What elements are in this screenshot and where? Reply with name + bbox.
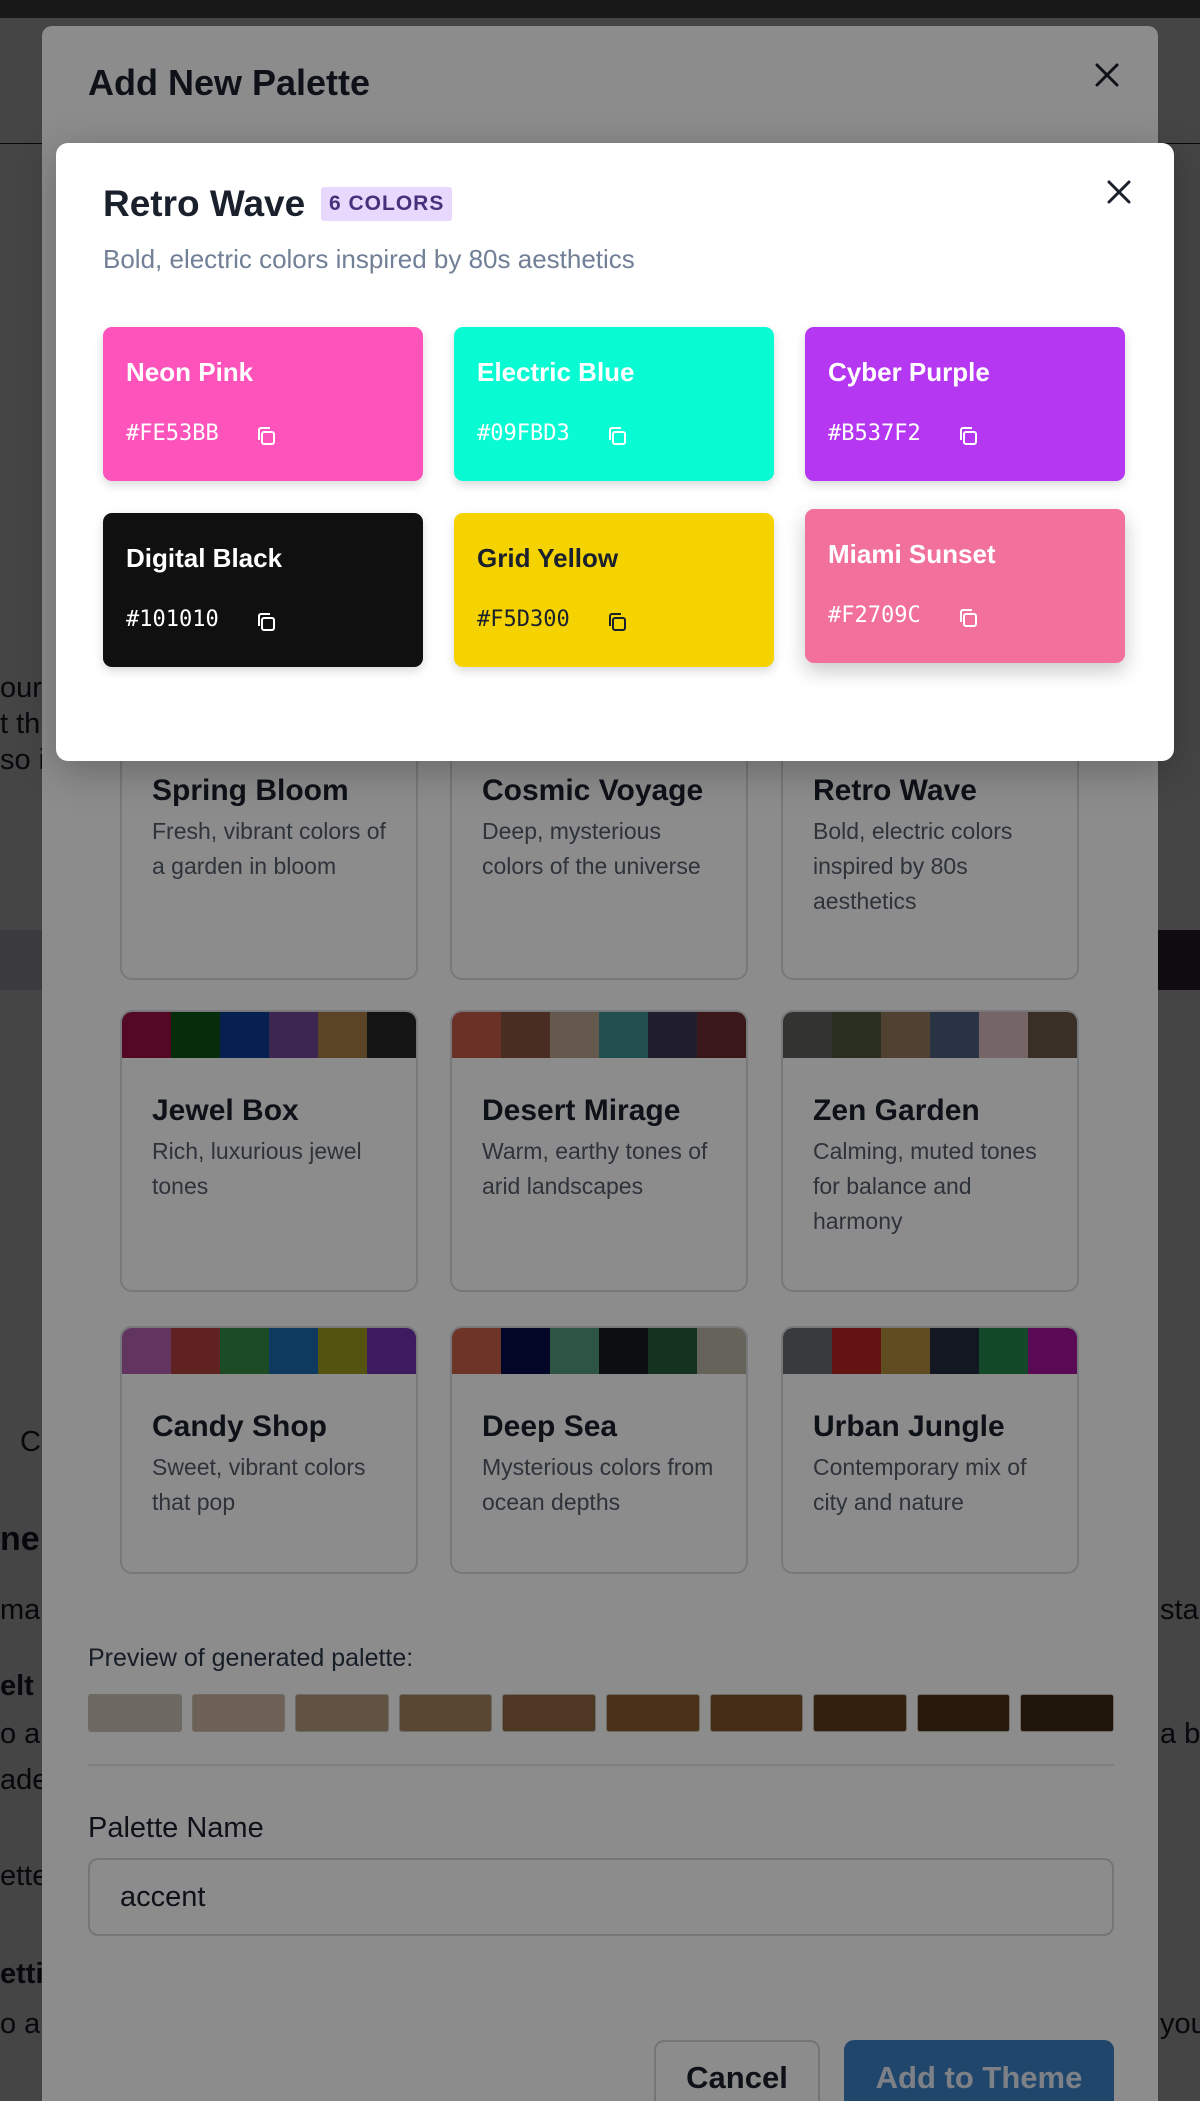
color-swatch-miami-sunset[interactable]: Miami Sunset #F2709C — [805, 509, 1125, 663]
copy-icon — [258, 613, 275, 631]
color-name: Digital Black — [126, 543, 283, 573]
color-swatch-digital-black[interactable]: Digital Black #101010 — [103, 513, 423, 667]
color-name: Miami Sunset — [828, 539, 996, 569]
color-swatch-grid-yellow[interactable]: Grid Yellow #F5D300 — [454, 513, 774, 667]
close-modal-button[interactable] — [1094, 167, 1144, 217]
color-name: Electric Blue — [477, 357, 635, 387]
modal-title: Retro Wave — [103, 183, 306, 224]
close-icon — [1107, 180, 1131, 204]
copy-icon — [609, 613, 626, 631]
color-hex: #B537F2 — [828, 421, 921, 446]
copy-hex-button[interactable] — [602, 607, 632, 637]
color-hex: #101010 — [126, 607, 219, 632]
color-name: Neon Pink — [126, 357, 254, 387]
color-hex: #F5D300 — [477, 607, 570, 632]
copy-hex-button[interactable] — [251, 607, 281, 637]
copy-icon — [609, 427, 626, 445]
color-name: Grid Yellow — [477, 543, 619, 573]
palette-detail-modal: Retro Wave 6 COLORS Bold, electric color… — [56, 143, 1174, 761]
copy-icon — [960, 609, 977, 627]
color-hex: #F2709C — [828, 603, 921, 628]
color-swatch-electric-blue[interactable]: Electric Blue #09FBD3 — [454, 327, 774, 481]
color-swatch-cyber-purple[interactable]: Cyber Purple #B537F2 — [805, 327, 1125, 481]
copy-hex-button[interactable] — [602, 421, 632, 451]
color-name: Cyber Purple — [828, 357, 990, 387]
copy-hex-button[interactable] — [953, 421, 983, 451]
color-count-badge: 6 COLORS — [321, 187, 453, 221]
modal-description: Bold, electric colors inspired by 80s ae… — [103, 244, 635, 274]
color-hex: #FE53BB — [126, 421, 219, 446]
copy-icon — [960, 427, 977, 445]
copy-hex-button[interactable] — [953, 603, 983, 633]
color-swatch-neon-pink[interactable]: Neon Pink #FE53BB — [103, 327, 423, 481]
copy-icon — [258, 427, 275, 445]
copy-hex-button[interactable] — [251, 421, 281, 451]
color-hex: #09FBD3 — [477, 421, 570, 446]
